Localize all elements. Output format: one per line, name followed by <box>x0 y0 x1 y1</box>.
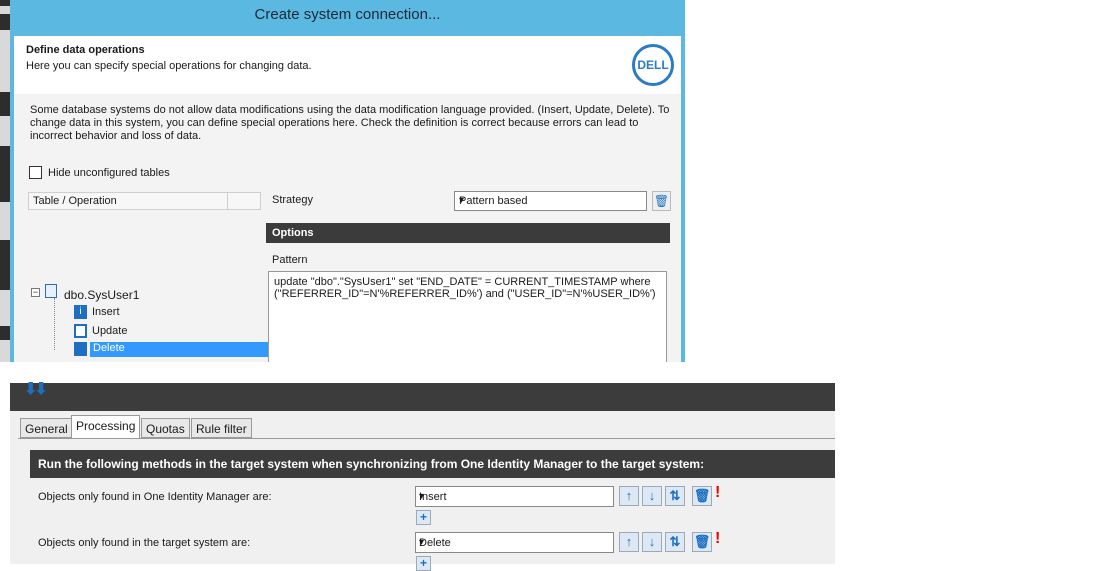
tree-root-label[interactable]: dbo.SysUser1 <box>64 288 139 302</box>
trash-icon[interactable]: 🗑 <box>692 486 712 506</box>
tab-general[interactable]: General <box>20 418 73 438</box>
column-header-label: Table / Operation <box>33 195 117 207</box>
chevron-down-icon: ▾ <box>459 195 465 206</box>
toolbar-bar <box>10 383 835 411</box>
tree-item-delete[interactable]: Delete <box>74 341 274 358</box>
processing-header-text: Run the following methods in the target … <box>38 457 705 471</box>
arrow-up-icon[interactable]: ↑ <box>619 532 639 552</box>
tree-item-label: Update <box>92 325 128 337</box>
dialog-title: Create system connection... <box>254 6 441 23</box>
arrow-down-icon[interactable]: ↓ <box>642 486 662 506</box>
table-icon <box>45 284 57 298</box>
tab-processing[interactable]: Processing <box>71 415 141 439</box>
target-only-label: Objects only found in the target system … <box>38 537 251 549</box>
trash-icon[interactable]: 🗑 <box>692 532 712 552</box>
dell-logo: DELL <box>632 44 674 86</box>
tree-item-insert[interactable]: i Insert <box>74 304 274 321</box>
hide-unconfigured-checkbox[interactable] <box>29 166 42 179</box>
warning-text: Some database systems do not allow data … <box>30 104 670 142</box>
arrow-down-icon[interactable]: ↓ <box>642 532 662 552</box>
onemanager-only-select[interactable]: Insert ▾ <box>415 486 614 507</box>
table-operation-header[interactable]: Table / Operation <box>28 192 261 210</box>
pattern-label: Pattern <box>272 254 308 266</box>
strategy-select[interactable]: Pattern based ▾ <box>454 191 647 211</box>
tree-item-label: Delete <box>90 342 272 357</box>
delete-icon <box>74 342 87 356</box>
step-heading: Define data operations <box>26 44 145 56</box>
dialog-header: Define data operations Here you can spec… <box>14 36 681 94</box>
trash-icon[interactable]: 🗑 <box>652 191 671 211</box>
tab-quotas[interactable]: Quotas <box>141 418 190 438</box>
warning-exclamation-icon: ! <box>715 484 721 501</box>
column-separator <box>227 193 228 209</box>
create-connection-dialog: Create system connection... Define data … <box>10 0 685 362</box>
pattern-textarea[interactable]: update "dbo"."SysUser1" set "END_DATE" =… <box>268 271 667 362</box>
processing-header: Run the following methods in the target … <box>30 450 835 478</box>
tree-item-label: Insert <box>92 306 120 318</box>
double-down-arrows-icon[interactable]: ⬇⬇ <box>24 379 48 399</box>
background-window-strip <box>0 0 10 362</box>
tab-rule-filter[interactable]: Rule filter <box>191 418 252 438</box>
strategy-label: Strategy <box>272 194 313 206</box>
arrow-up-icon[interactable]: ↑ <box>619 486 639 506</box>
pattern-text: update "dbo"."SysUser1" set "END_DATE" =… <box>274 276 656 300</box>
sort-icon[interactable]: ⇅ <box>665 532 685 552</box>
insert-icon: i <box>74 305 87 319</box>
warning-exclamation-icon: ! <box>715 530 721 547</box>
add-icon[interactable]: + <box>416 510 431 525</box>
onemanager-only-label: Objects only found in One Identity Manag… <box>38 491 272 503</box>
chevron-down-icon: ▾ <box>419 491 425 502</box>
dialog-body: Define data operations Here you can spec… <box>14 36 681 362</box>
tab-divider <box>18 438 835 439</box>
target-only-select[interactable]: Delete ▾ <box>415 532 614 553</box>
sort-icon[interactable]: ⇅ <box>665 486 685 506</box>
tree-item-update[interactable]: Update <box>74 323 274 340</box>
hide-unconfigured-label[interactable]: Hide unconfigured tables <box>48 167 170 179</box>
tree-expander-icon[interactable]: − <box>31 288 40 297</box>
options-label: Options <box>272 227 314 239</box>
chevron-down-icon: ▾ <box>419 537 425 548</box>
step-subheading: Here you can specify special operations … <box>26 60 312 72</box>
options-section-header: Options <box>266 223 670 243</box>
tree-connector <box>54 298 55 350</box>
edit-icon <box>74 324 87 338</box>
